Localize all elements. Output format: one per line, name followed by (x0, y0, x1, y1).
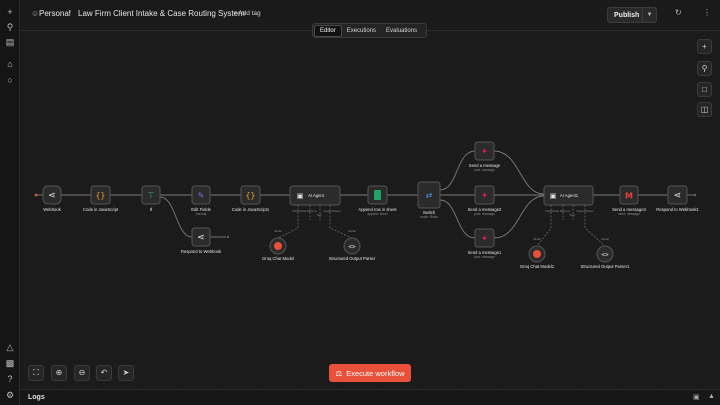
node-label: Groq Chat Model1 (520, 264, 555, 269)
node-subtitle: append: sheet (367, 212, 387, 216)
node-edit-fields[interactable]: ✎ Edit Fields manual (191, 185, 211, 216)
connection-line (439, 199, 476, 239)
connection-line (493, 195, 545, 239)
node-structured-output-parser1[interactable]: Model <> Structured Output Parser1 (581, 237, 631, 269)
node-ai-agent1[interactable]: ▣ AI Agent1 Chat Model Memory Tool Outpu… (543, 185, 594, 217)
node-label: AI Agent (308, 193, 325, 198)
zoom-out-button[interactable]: ⊖ (74, 365, 90, 381)
node-append-row-sheet[interactable]: Append row in sheet append: sheet (358, 185, 397, 216)
node-label: Webhook (43, 207, 62, 212)
node-label: If (150, 207, 153, 212)
node-label: Respond to Webhook1 (656, 207, 699, 212)
node-label: Groq Chat Model (262, 256, 294, 261)
port-label-model: Model (274, 229, 282, 233)
code-icon: {} (246, 191, 256, 200)
webhook-icon: ⋖ (197, 233, 205, 243)
port-label-model: Model (533, 237, 541, 241)
fit-view-button[interactable]: ⛶ (28, 365, 44, 381)
connection-line (439, 150, 476, 191)
node-label: Code in JavaScript (83, 207, 119, 212)
port-label-chat-model: Chat Model (292, 209, 307, 213)
output-handle[interactable] (227, 236, 229, 238)
node-subtitle: manual (196, 212, 207, 216)
port-label-model: Model (348, 229, 356, 233)
sheets-icon (374, 190, 381, 200)
panel-toggle-icon[interactable]: ◫ (697, 102, 712, 117)
node-subtitle: post: message (474, 212, 495, 216)
flask-icon: ⚖ (335, 368, 343, 378)
output-handle[interactable] (694, 194, 696, 196)
popout-icon[interactable]: ▣ (693, 393, 700, 401)
slack-icon: ✦ (481, 234, 488, 243)
zoom-in-button[interactable]: ⊕ (51, 365, 67, 381)
if-icon: ⊤ (148, 191, 155, 200)
parser-icon: <> (601, 252, 609, 259)
node-if[interactable]: ⊤ If (141, 185, 161, 212)
sticky-note-icon[interactable]: □ (697, 82, 712, 97)
port-label-model: Model (601, 237, 609, 241)
node-send-message[interactable]: ✦ Send a message post: message (469, 141, 501, 172)
node-label: Code in JavaScript1 (232, 207, 270, 212)
port-label-chat-model: Chat Model (545, 209, 560, 213)
port-label-tool: Tool (569, 213, 575, 217)
node-groq-chat-model1[interactable]: Model Groq Chat Model1 (520, 237, 555, 269)
port-label-tool: Tool (316, 213, 322, 217)
chevron-up-icon[interactable]: ▲ (708, 393, 715, 400)
node-send-message1[interactable]: ✦ Send a message1 post: message (468, 228, 502, 259)
node-switch[interactable]: ⇄ Switch mode: Rules (417, 181, 441, 219)
node-subtitle: post: message (474, 255, 495, 259)
execute-workflow-label: Execute workflow (346, 368, 405, 378)
pencil-icon: ✎ (198, 191, 205, 200)
robot-icon: ▣ (550, 192, 557, 200)
node-label: Structured Output Parser (329, 256, 376, 261)
groq-icon (533, 250, 541, 258)
node-groq-chat-model[interactable]: Model Groq Chat Model (262, 229, 294, 261)
port-label-output-parser: Output Parser (576, 209, 593, 213)
logs-label: Logs (28, 394, 45, 401)
node-send-message2[interactable]: ✦ Send a message2 post: message (468, 185, 502, 216)
node-structured-output-parser[interactable]: Model <> Structured Output Parser (329, 229, 376, 261)
groq-icon (274, 242, 282, 250)
node-label: AI Agent1 (560, 193, 579, 198)
select-tool-button[interactable]: ➤ (118, 365, 134, 381)
node-subtitle: mode: Rules (420, 215, 438, 219)
connections (34, 150, 696, 247)
trigger-indicator (34, 193, 38, 197)
node-code-javascript1[interactable]: {} Code in JavaScript1 (232, 185, 270, 212)
node-webhook[interactable]: ⋖ Webhook (42, 185, 62, 212)
undo-button[interactable]: ↶ (96, 365, 112, 381)
connection-line (159, 196, 193, 238)
node-ai-agent[interactable]: ▣ AI Agent Chat Model Memory Tool Output… (289, 185, 341, 217)
slack-icon: ✦ (481, 191, 488, 200)
node-label: Structured Output Parser1 (581, 264, 631, 269)
webhook-icon: ⋖ (48, 191, 56, 201)
code-icon: {} (96, 191, 106, 200)
logs-panel[interactable]: Logs ▣ ▲ (20, 389, 720, 405)
node-code-javascript[interactable]: {} Code in JavaScript (83, 185, 119, 212)
search-icon[interactable]: ⚲ (697, 61, 712, 76)
workflow-graph: ⋖ Webhook {} Code in JavaScript ⊤ If ✎ E… (34, 141, 699, 269)
node-respond-webhook1[interactable]: ⋖ Respond to Webhook1 (656, 185, 699, 212)
robot-icon: ▣ (297, 192, 304, 200)
webhook-icon: ⋖ (674, 191, 682, 201)
gmail-icon: M (625, 192, 633, 201)
node-respond-webhook[interactable]: ⋖ Respond to Webhook (181, 227, 222, 254)
node-subtitle: send: message (618, 212, 640, 216)
app-window: + ⚲ ▤ ⌂ ○ △ ▩ ? ⚙ ☺ Personal / Law Firm … (0, 0, 720, 405)
node-subtitle: post: message (474, 168, 495, 172)
node-label: Respond to Webhook (181, 249, 222, 254)
slack-icon: ✦ (481, 147, 488, 156)
node-send-message3[interactable]: M Send a message3 send: message (612, 185, 647, 216)
parser-icon: <> (348, 244, 356, 251)
port-label-output-parser: Output Parser (323, 209, 340, 213)
switch-icon: ⇄ (426, 191, 433, 200)
execute-workflow-button[interactable]: ⚖ Execute workflow (329, 364, 411, 382)
connection-line (493, 150, 545, 195)
add-node-button[interactable]: + (697, 39, 712, 54)
